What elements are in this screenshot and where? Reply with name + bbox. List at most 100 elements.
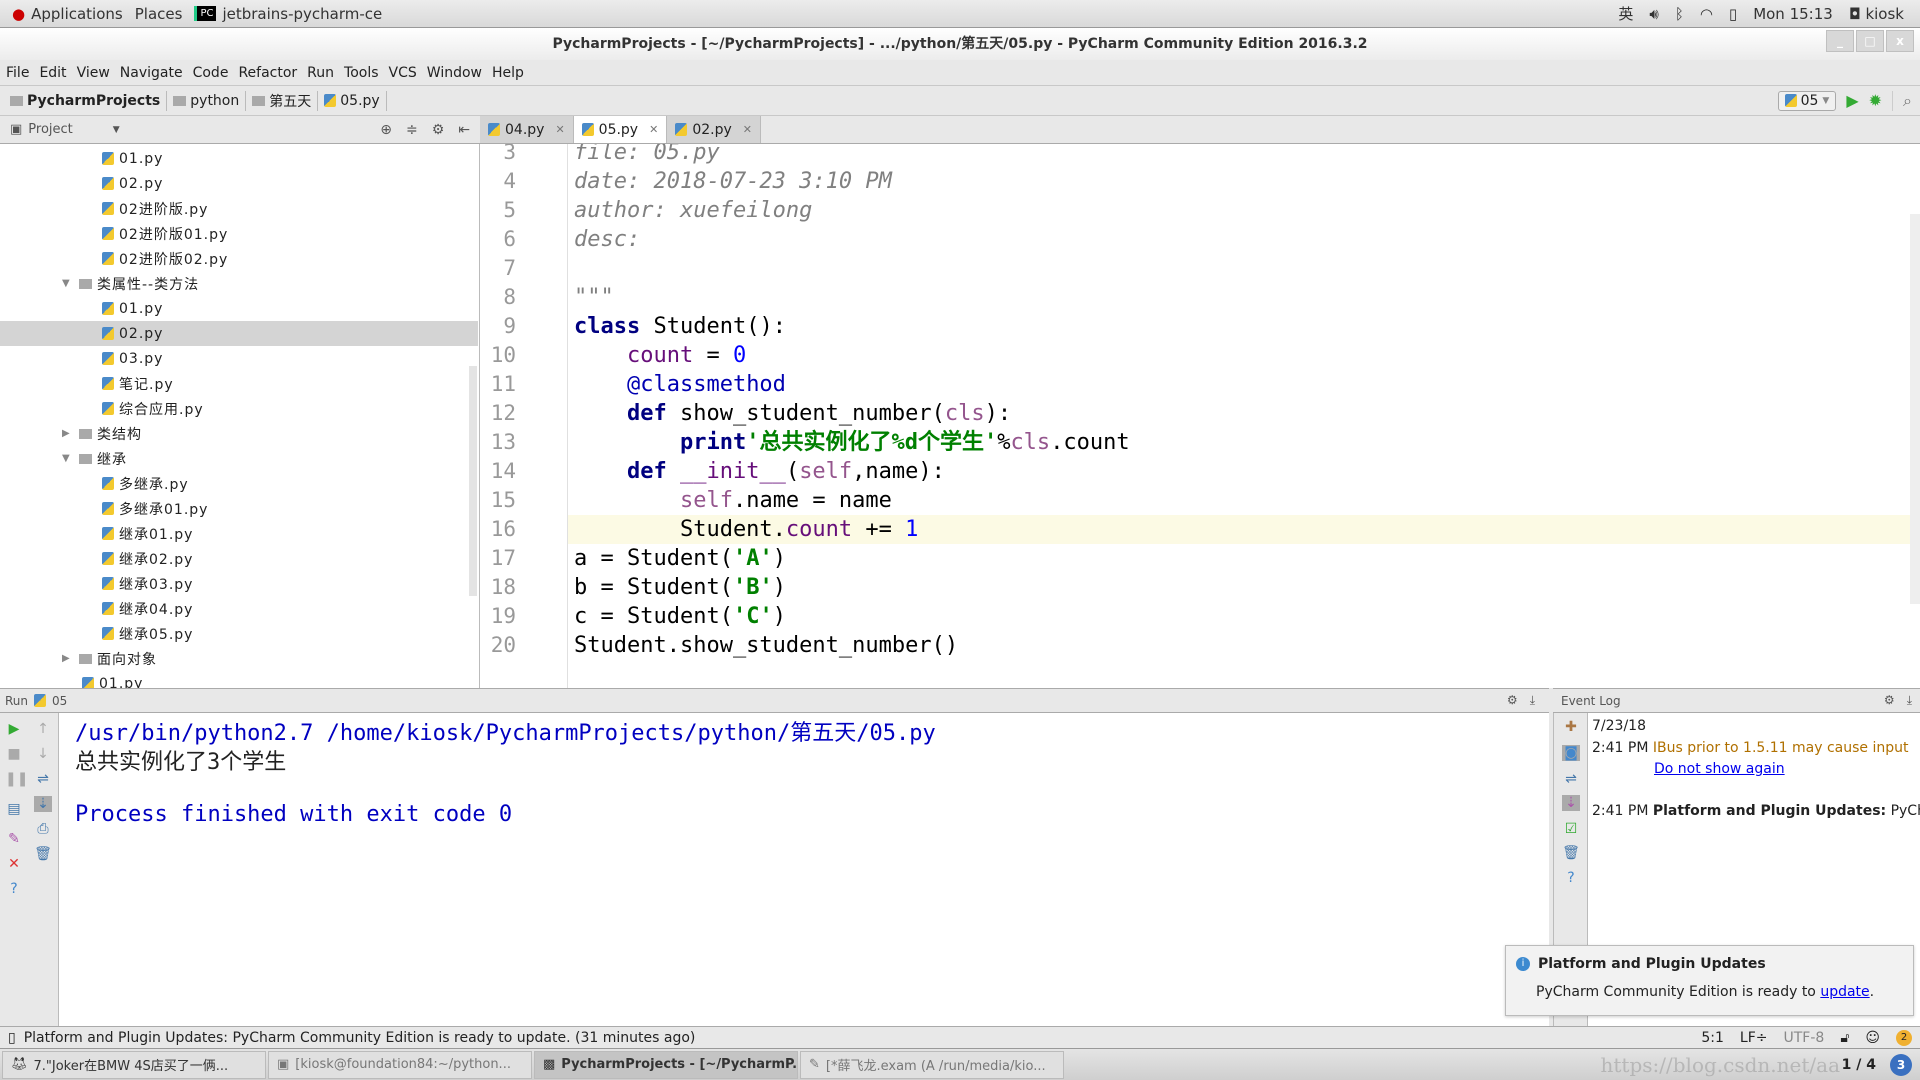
input-method-indicator[interactable]: 英 (1618, 3, 1633, 24)
tree-folder[interactable]: ▶ 面向对象 (0, 646, 478, 671)
debug-icon[interactable]: ✹ (1869, 91, 1882, 110)
caret-position[interactable]: 5:1 (1701, 1030, 1724, 1046)
menu-edit[interactable]: Edit (39, 65, 66, 81)
do-not-show-again-link[interactable]: Do not show again (1654, 761, 1785, 777)
notifications-badge[interactable]: 2 (1896, 1029, 1912, 1046)
soft-wrap-icon[interactable]: ⇌ (34, 771, 52, 787)
chevron-right-icon[interactable]: ▶ (62, 428, 74, 439)
editor-scrollbar[interactable] (1910, 214, 1920, 604)
tree-file[interactable]: 笔记.py (0, 371, 478, 396)
menu-tools[interactable]: Tools (344, 65, 379, 81)
stop-icon[interactable]: ■ (5, 746, 23, 762)
trash-icon[interactable]: 🗑︎ (1562, 845, 1580, 861)
tree-file[interactable]: 综合应用.py (0, 396, 478, 421)
tree-file[interactable]: 01.py (0, 671, 478, 688)
menu-help[interactable]: Help (492, 65, 524, 81)
tree-file[interactable]: 02进阶版02.py (0, 246, 478, 271)
line-separator[interactable]: LF÷ (1740, 1030, 1768, 1046)
tree-file[interactable]: 02.py (0, 321, 478, 346)
tree-file[interactable]: 02进阶版01.py (0, 221, 478, 246)
run-config-select[interactable]: 05 ▼ (1777, 90, 1837, 111)
hide-panel-icon[interactable]: ⇤ (458, 122, 470, 138)
hide-panel-icon[interactable]: ⤓ (1530, 693, 1535, 708)
maximize-button[interactable]: □ (1856, 30, 1884, 52)
rerun-icon[interactable]: ▶ (5, 721, 23, 737)
close-tab-icon[interactable]: ✕ (649, 123, 658, 136)
menu-navigate[interactable]: Navigate (120, 65, 183, 81)
file-encoding[interactable]: UTF-8 (1784, 1030, 1825, 1046)
close-tab-icon[interactable]: ✕ (555, 123, 564, 136)
mark-read-icon[interactable]: ☑ (1562, 821, 1580, 837)
chevron-right-icon[interactable]: ▶ (62, 653, 74, 664)
pause-icon[interactable]: ❚❚ (5, 771, 28, 787)
tree-file[interactable]: 03.py (0, 346, 478, 371)
status-message[interactable]: Platform and Plugin Updates: PyCharm Com… (24, 1030, 696, 1046)
tree-file[interactable]: 多继承01.py (0, 496, 478, 521)
update-link[interactable]: update (1820, 984, 1869, 1000)
tree-file[interactable]: 01.py (0, 296, 478, 321)
tree-file[interactable]: 继承03.py (0, 571, 478, 596)
tree-file[interactable]: 02进阶版.py (0, 196, 478, 221)
minimize-button[interactable]: _ (1826, 30, 1854, 52)
menu-window[interactable]: Window (427, 65, 482, 81)
collapse-all-icon[interactable]: ≑ (406, 122, 418, 138)
workspace-indicator[interactable]: 1 / 4 (1842, 1057, 1876, 1073)
run-console-output[interactable]: /usr/bin/python2.7 /home/kiosk/PycharmPr… (59, 713, 1549, 1026)
tree-file[interactable]: 继承01.py (0, 521, 478, 546)
places-menu[interactable]: Places (135, 5, 183, 23)
scroll-from-source-icon[interactable]: ⊕ (380, 122, 392, 138)
user-menu[interactable]: ◘ kiosk (1849, 5, 1904, 23)
chevron-down-icon[interactable]: ▼ (113, 125, 120, 135)
help-icon[interactable]: ? (1562, 870, 1580, 886)
message-tray-badge[interactable]: 3 (1890, 1053, 1912, 1076)
search-icon[interactable]: ⌕ (1892, 90, 1912, 111)
down-icon[interactable]: ↓ (34, 746, 52, 762)
settings-wrench-icon[interactable]: ✚ (1562, 719, 1580, 735)
clock[interactable]: Mon 15:13 (1753, 5, 1833, 23)
tree-folder[interactable]: ▶ 类结构 (0, 421, 478, 446)
breadcrumb-item[interactable]: 05.py (318, 90, 387, 111)
tree-file[interactable]: 继承02.py (0, 546, 478, 571)
menu-file[interactable]: File (6, 65, 29, 81)
help-icon[interactable]: ? (5, 881, 23, 897)
close-tab-icon[interactable]: ✕ (743, 123, 752, 136)
gear-icon[interactable]: ⚙ (432, 122, 445, 138)
tab-05-py[interactable]: 05.py ✕ (573, 116, 668, 143)
gear-icon[interactable]: ⚙ (1884, 693, 1895, 708)
wifi-icon[interactable]: ◠ (1700, 5, 1713, 23)
chevron-down-icon[interactable]: ▼ (62, 453, 74, 464)
tree-file[interactable]: 继承05.py (0, 621, 478, 646)
taskbar-item[interactable]: 🦊︎ 7."Joker在BMW 4S店买了一俩... (2, 1050, 266, 1079)
tree-file[interactable]: 多继承.py (0, 471, 478, 496)
tree-file[interactable]: 02.py (0, 171, 478, 196)
close-icon[interactable]: ✕ (5, 856, 23, 872)
balloon-icon[interactable]: ◙ (1562, 745, 1580, 761)
panel-toggle-icon[interactable]: ▯ (8, 1030, 16, 1046)
update-notification[interactable]: i Platform and Plugin Updates PyCharm Com… (1505, 945, 1914, 1016)
hide-panel-icon[interactable]: ⤓ (1907, 693, 1912, 708)
scroll-to-end-icon[interactable]: ⇣ (34, 796, 52, 812)
code-editor[interactable]: 3 4 5 6 7 8 9 10 11 12 13 14 15 16 17 18 19 20 file: 05.p… (480, 144, 1920, 688)
taskbar-item[interactable]: ✎ [*薛飞龙.exam (A /run/media/kio... (800, 1050, 1064, 1079)
restore-layout-icon[interactable]: ▤ (5, 801, 23, 817)
breadcrumb-item[interactable]: python (167, 90, 247, 111)
menu-run[interactable]: Run (307, 65, 334, 81)
run-icon[interactable]: ▶ (1846, 91, 1858, 110)
trash-icon[interactable]: 🗑︎ (34, 846, 52, 862)
scroll-to-end-icon[interactable]: ⇣ (1562, 795, 1580, 811)
taskbar-item[interactable]: ▣ [kiosk@foundation84:~/python... (268, 1050, 532, 1079)
close-button[interactable]: x (1886, 30, 1914, 52)
tree-file[interactable]: 01.py (0, 146, 478, 171)
tree-folder[interactable]: ▼ 类属性--类方法 (0, 271, 478, 296)
menu-view[interactable]: View (77, 65, 110, 81)
applications-menu[interactable]: ● Applications (12, 5, 123, 23)
active-app[interactable]: PC jetbrains-pycharm-ce (194, 5, 382, 23)
taskbar-item[interactable]: ▩ PycharmProjects - [~/PycharmP... (534, 1050, 798, 1079)
inspector-icon[interactable]: ☺ (1865, 1030, 1880, 1046)
up-icon[interactable]: ↑ (34, 721, 52, 737)
chevron-down-icon[interactable]: ▼ (62, 278, 74, 289)
tree-folder[interactable]: ▼ 继承 (0, 446, 478, 471)
project-view-select[interactable]: Project (28, 122, 72, 137)
menu-refactor[interactable]: Refactor (238, 65, 297, 81)
lock-icon[interactable]: 🔓︎ (1840, 1030, 1849, 1046)
